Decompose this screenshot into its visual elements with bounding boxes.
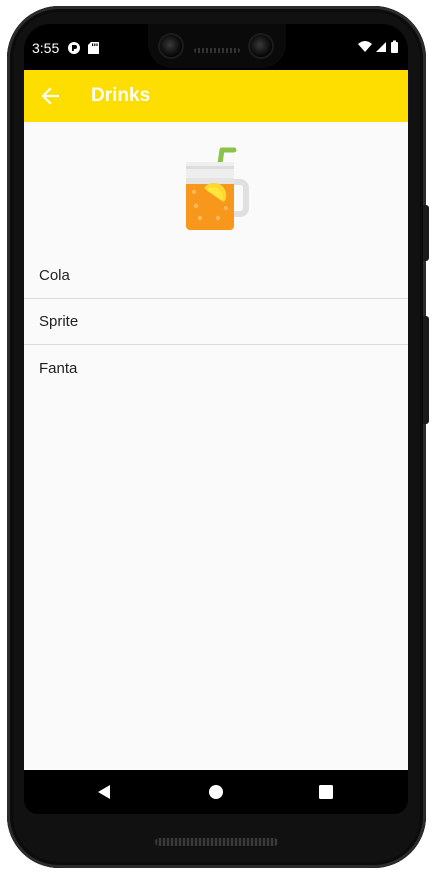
- list-item[interactable]: Fanta: [24, 345, 408, 391]
- page-title: Drinks: [91, 85, 151, 106]
- front-camera-secondary: [250, 35, 272, 57]
- nav-back-button[interactable]: [94, 782, 114, 802]
- sd-card-icon: [88, 41, 100, 54]
- nav-home-icon: [209, 785, 223, 799]
- nav-recents-icon: [319, 785, 333, 799]
- nav-home-button[interactable]: [206, 782, 226, 802]
- notification-app-icon: [68, 41, 80, 54]
- list-item[interactable]: Cola: [24, 253, 408, 299]
- nav-back-icon: [98, 785, 110, 799]
- arrow-back-icon: [41, 87, 59, 105]
- wifi-icon: [358, 41, 372, 52]
- status-bar: 3:55: [24, 24, 408, 70]
- main-content: Cola Sprite Fanta: [24, 122, 408, 770]
- device-screen: 3:55 Drinks Cola Sprite Fanta: [24, 24, 408, 814]
- drinks-list: Cola Sprite Fanta: [24, 253, 408, 391]
- volume-button: [423, 316, 429, 424]
- juice-jar-icon: [172, 142, 262, 234]
- front-camera: [160, 35, 182, 57]
- status-time: 3:55: [32, 40, 60, 56]
- cell-signal-icon: [376, 42, 386, 52]
- display-notch: [148, 24, 286, 68]
- app-bar: Drinks: [24, 70, 408, 122]
- system-nav-bar: [24, 770, 408, 814]
- status-icons: [358, 40, 400, 54]
- battery-icon: [391, 40, 398, 53]
- bottom-speaker-grille: [155, 838, 278, 846]
- earpiece-speaker: [194, 48, 240, 53]
- power-button: [423, 205, 429, 261]
- nav-recents-button[interactable]: [316, 782, 336, 802]
- list-item[interactable]: Sprite: [24, 299, 408, 345]
- back-button[interactable]: [36, 82, 64, 110]
